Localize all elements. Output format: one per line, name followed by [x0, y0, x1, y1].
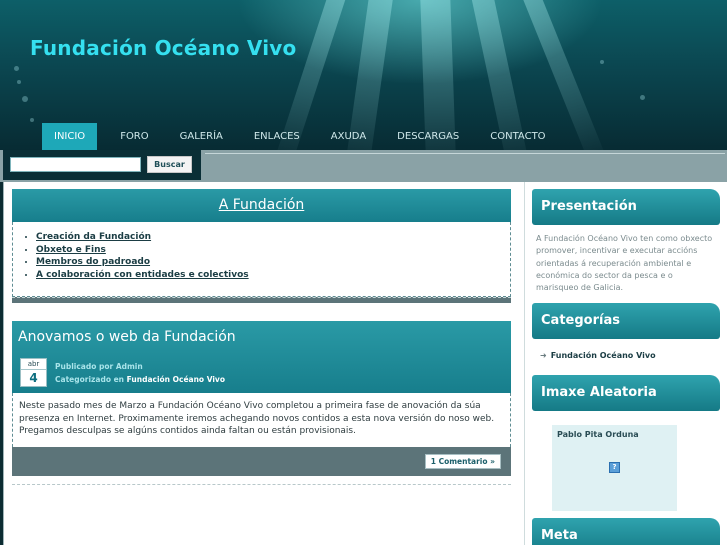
site-header: Fundación Océano Vivo INICIO FORO GALERÍ… — [0, 0, 727, 150]
post-title[interactable]: Anovamos o web da Fundación — [18, 329, 236, 345]
nav-item-axuda[interactable]: AXUDA — [320, 123, 377, 150]
broken-image-icon: ? — [609, 462, 620, 473]
bubble — [14, 66, 19, 71]
presentation-header: Presentación — [532, 189, 720, 225]
meta-header: Meta — [532, 518, 720, 545]
about-link-members[interactable]: Membros do padroado — [36, 257, 150, 267]
arrow-right-icon: ➜ — [540, 351, 547, 360]
nav-item-inicio[interactable]: INICIO — [42, 123, 98, 150]
list-item: Membros do padroado — [36, 256, 510, 269]
list-item: Obxeto e Fins — [36, 244, 510, 257]
about-box-body: Creación da Fundación Obxeto e Fins Memb… — [12, 222, 511, 297]
nav-item-enlaces[interactable]: ENLACES — [243, 123, 311, 150]
divider — [205, 153, 725, 154]
post-footer: 1 Comentario » — [12, 447, 511, 476]
post-category-line: Categorizado en Fundación Océano Vivo — [55, 375, 225, 384]
search-input[interactable] — [10, 157, 141, 172]
bubble — [600, 60, 604, 64]
about-link-collaboration[interactable]: A colaboración con entidades e colectivo… — [36, 270, 249, 280]
site-title[interactable]: Fundación Océano Vivo — [30, 36, 296, 60]
nav-item-descargas[interactable]: DESCARGAS — [386, 123, 470, 150]
random-image-header: Imaxe Aleatoria — [532, 375, 720, 411]
categories-header: Categorías — [532, 303, 720, 339]
post-author: Publicado por Admin — [55, 362, 143, 371]
about-link-objectives[interactable]: Obxeto e Fins — [36, 245, 106, 255]
about-box-footer — [12, 297, 511, 303]
list-item: Creación da Fundación — [36, 231, 510, 244]
nav-item-galeria[interactable]: GALERÍA — [169, 123, 234, 150]
post-header: Anovamos o web da Fundación abr 4 Public… — [12, 321, 511, 393]
bubble — [17, 80, 21, 84]
nav-item-foro[interactable]: FORO — [109, 123, 159, 150]
nav-item-contacto[interactable]: CONTACTO — [479, 123, 556, 150]
random-image-caption: Pablo Pita Orduna — [557, 430, 639, 439]
bubble — [640, 95, 645, 100]
category-link[interactable]: ➜ Fundación Océano Vivo — [540, 351, 656, 360]
about-links-list: Creación da Fundación Obxeto e Fins Memb… — [36, 231, 510, 281]
search-button[interactable]: Buscar — [147, 156, 192, 173]
post-category-link[interactable]: Fundación Océano Vivo — [127, 375, 225, 384]
category-label[interactable]: Fundación Océano Vivo — [551, 351, 656, 360]
presentation-text: A Fundación Océano Vivo ten como obxecto… — [536, 234, 713, 293]
list-item: A colaboración con entidades e colectivo… — [36, 269, 510, 282]
divider — [12, 484, 511, 485]
about-box-header: A Fundación — [12, 189, 511, 222]
date-month: abr — [21, 359, 46, 370]
post-body: Neste pasado mes de Marzo a Fundación Oc… — [12, 393, 511, 447]
date-badge: abr 4 — [20, 358, 47, 387]
date-day: 4 — [29, 371, 38, 385]
post-category-label: Categorizado en — [55, 375, 125, 384]
about-box-title[interactable]: A Fundación — [219, 197, 305, 213]
about-link-creation[interactable]: Creación da Fundación — [36, 232, 151, 242]
bubble — [30, 118, 34, 122]
main-nav: INICIO FORO GALERÍA ENLACES AXUDA DESCAR… — [42, 123, 566, 150]
comments-link[interactable]: 1 Comentario » — [424, 454, 501, 469]
random-image[interactable]: Pablo Pita Orduna ? — [552, 425, 677, 511]
bubble — [22, 96, 28, 102]
